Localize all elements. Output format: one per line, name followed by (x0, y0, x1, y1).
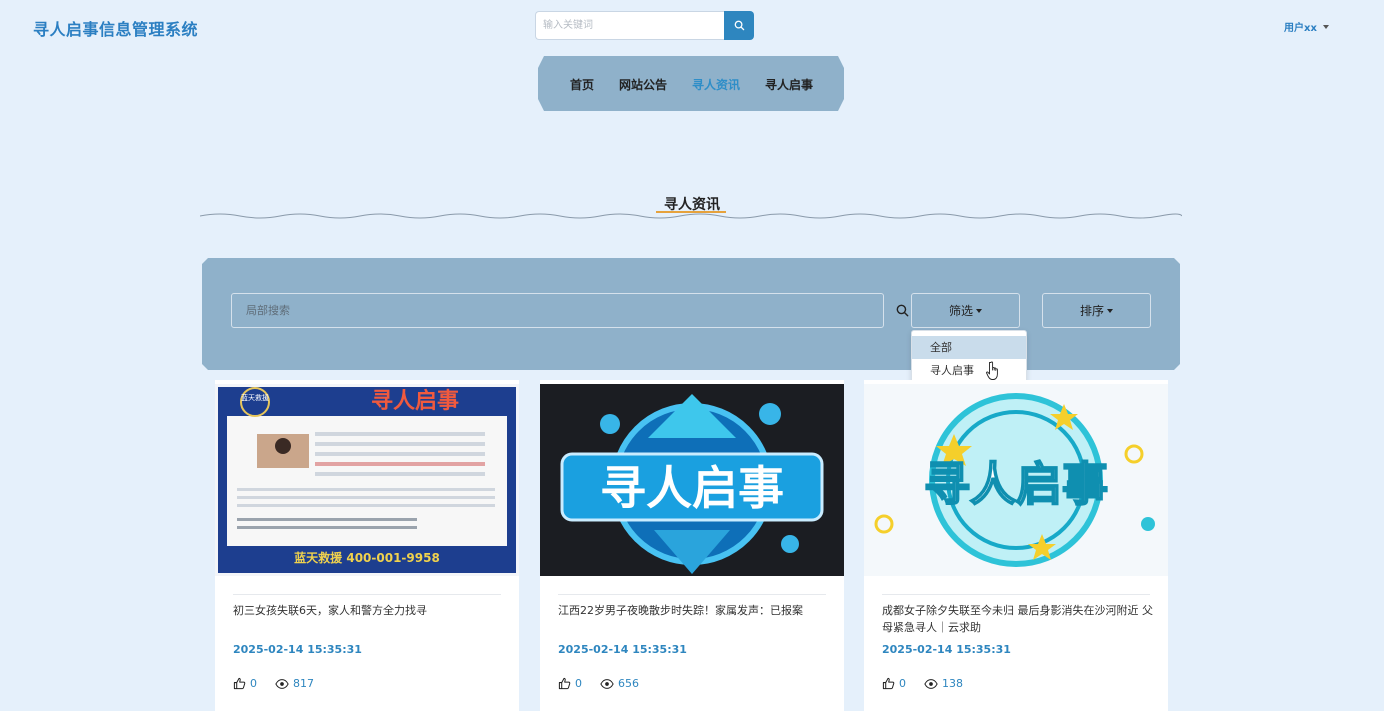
eye-icon (924, 678, 938, 689)
user-menu[interactable]: 用户xx (1284, 19, 1329, 34)
nav-item-home[interactable]: 首页 (570, 76, 594, 93)
poster-hotline: 蓝天救援 400-001-9958 (294, 550, 440, 565)
poster-badge: 蓝天救援 (241, 393, 269, 402)
filter-label: 筛选 (948, 304, 973, 318)
chevron-down-icon (1107, 308, 1113, 313)
card-stats: 0 817 (233, 677, 314, 690)
card-stats: 0 138 (882, 677, 963, 690)
dropdown-option-notices[interactable]: 寻人启事 (912, 359, 1026, 382)
like-count: 0 (899, 677, 906, 690)
search-icon (734, 20, 744, 31)
sort-button[interactable]: 排序 (1042, 293, 1151, 328)
nav-item-news[interactable]: 寻人资讯 (692, 76, 740, 93)
eye-icon (275, 678, 289, 689)
local-search-input[interactable] (231, 293, 884, 328)
card-image[interactable]: 寻人启事 (864, 384, 1168, 576)
card-divider (558, 594, 826, 595)
hand-pointer-icon (986, 361, 998, 380)
card-date: 2025-02-14 15:35:31 (882, 643, 1011, 656)
user-label: 用户xx (1284, 23, 1317, 34)
thumbs-up-icon[interactable] (558, 677, 571, 690)
title-underline (656, 211, 726, 213)
card-title[interactable]: 初三女孩失联6天，家人和警方全力找寻 (233, 602, 505, 619)
card-stats: 0 656 (558, 677, 639, 690)
card-image[interactable]: 蓝天救援 寻人启事 蓝天救援 400-001-9958 (215, 384, 519, 576)
news-card[interactable]: 寻人启事 成都女子除夕失联至今未归 最后身影消失在沙河附近 父母紧急寻人｜云求助… (864, 380, 1168, 711)
header-search (535, 11, 754, 40)
card-date: 2025-02-14 15:35:31 (233, 643, 362, 656)
news-card[interactable]: 寻人启事 江西22岁男子夜晚散步时失踪！家属发声：已报案 2025-02-14 … (540, 380, 844, 711)
card-title[interactable]: 江西22岁男子夜晚散步时失踪！家属发声：已报案 (558, 602, 830, 619)
chevron-down-icon (976, 308, 982, 313)
thumbs-up-icon[interactable] (233, 677, 246, 690)
header-search-input[interactable] (535, 11, 724, 40)
news-card[interactable]: 蓝天救援 寻人启事 蓝天救援 400-001-9958 初三女孩失联6天，家人和… (215, 380, 519, 711)
poster-banner: 寻人启事 (371, 388, 459, 414)
nav-item-announcements[interactable]: 网站公告 (619, 76, 667, 93)
chevron-down-icon (1322, 24, 1329, 29)
main-nav: 首页 网站公告 寻人资讯 寻人启事 (538, 56, 844, 111)
view-count: 656 (618, 677, 639, 690)
eye-icon (600, 678, 614, 689)
view-count: 138 (942, 677, 963, 690)
card-divider (882, 594, 1150, 595)
thumbs-up-icon[interactable] (882, 677, 895, 690)
poster-banner: 寻人启事 (600, 461, 784, 515)
card-date: 2025-02-14 15:35:31 (558, 643, 687, 656)
filter-button[interactable]: 筛选 (911, 293, 1020, 328)
site-brand-title[interactable]: 寻人启事信息管理系统 (33, 16, 198, 40)
card-image[interactable]: 寻人启事 (540, 384, 844, 576)
view-count: 817 (293, 677, 314, 690)
card-divider (233, 594, 501, 595)
header-search-button[interactable] (724, 11, 754, 40)
nav-item-notices[interactable]: 寻人启事 (765, 76, 813, 93)
like-count: 0 (575, 677, 582, 690)
poster-banner: 寻人启事 (924, 457, 1108, 511)
search-icon[interactable] (896, 304, 909, 317)
like-count: 0 (250, 677, 257, 690)
card-title[interactable]: 成都女子除夕失联至今未归 最后身影消失在沙河附近 父母紧急寻人｜云求助 (882, 602, 1154, 636)
dropdown-option-all[interactable]: 全部 (912, 336, 1026, 359)
sort-label: 排序 (1079, 304, 1104, 318)
